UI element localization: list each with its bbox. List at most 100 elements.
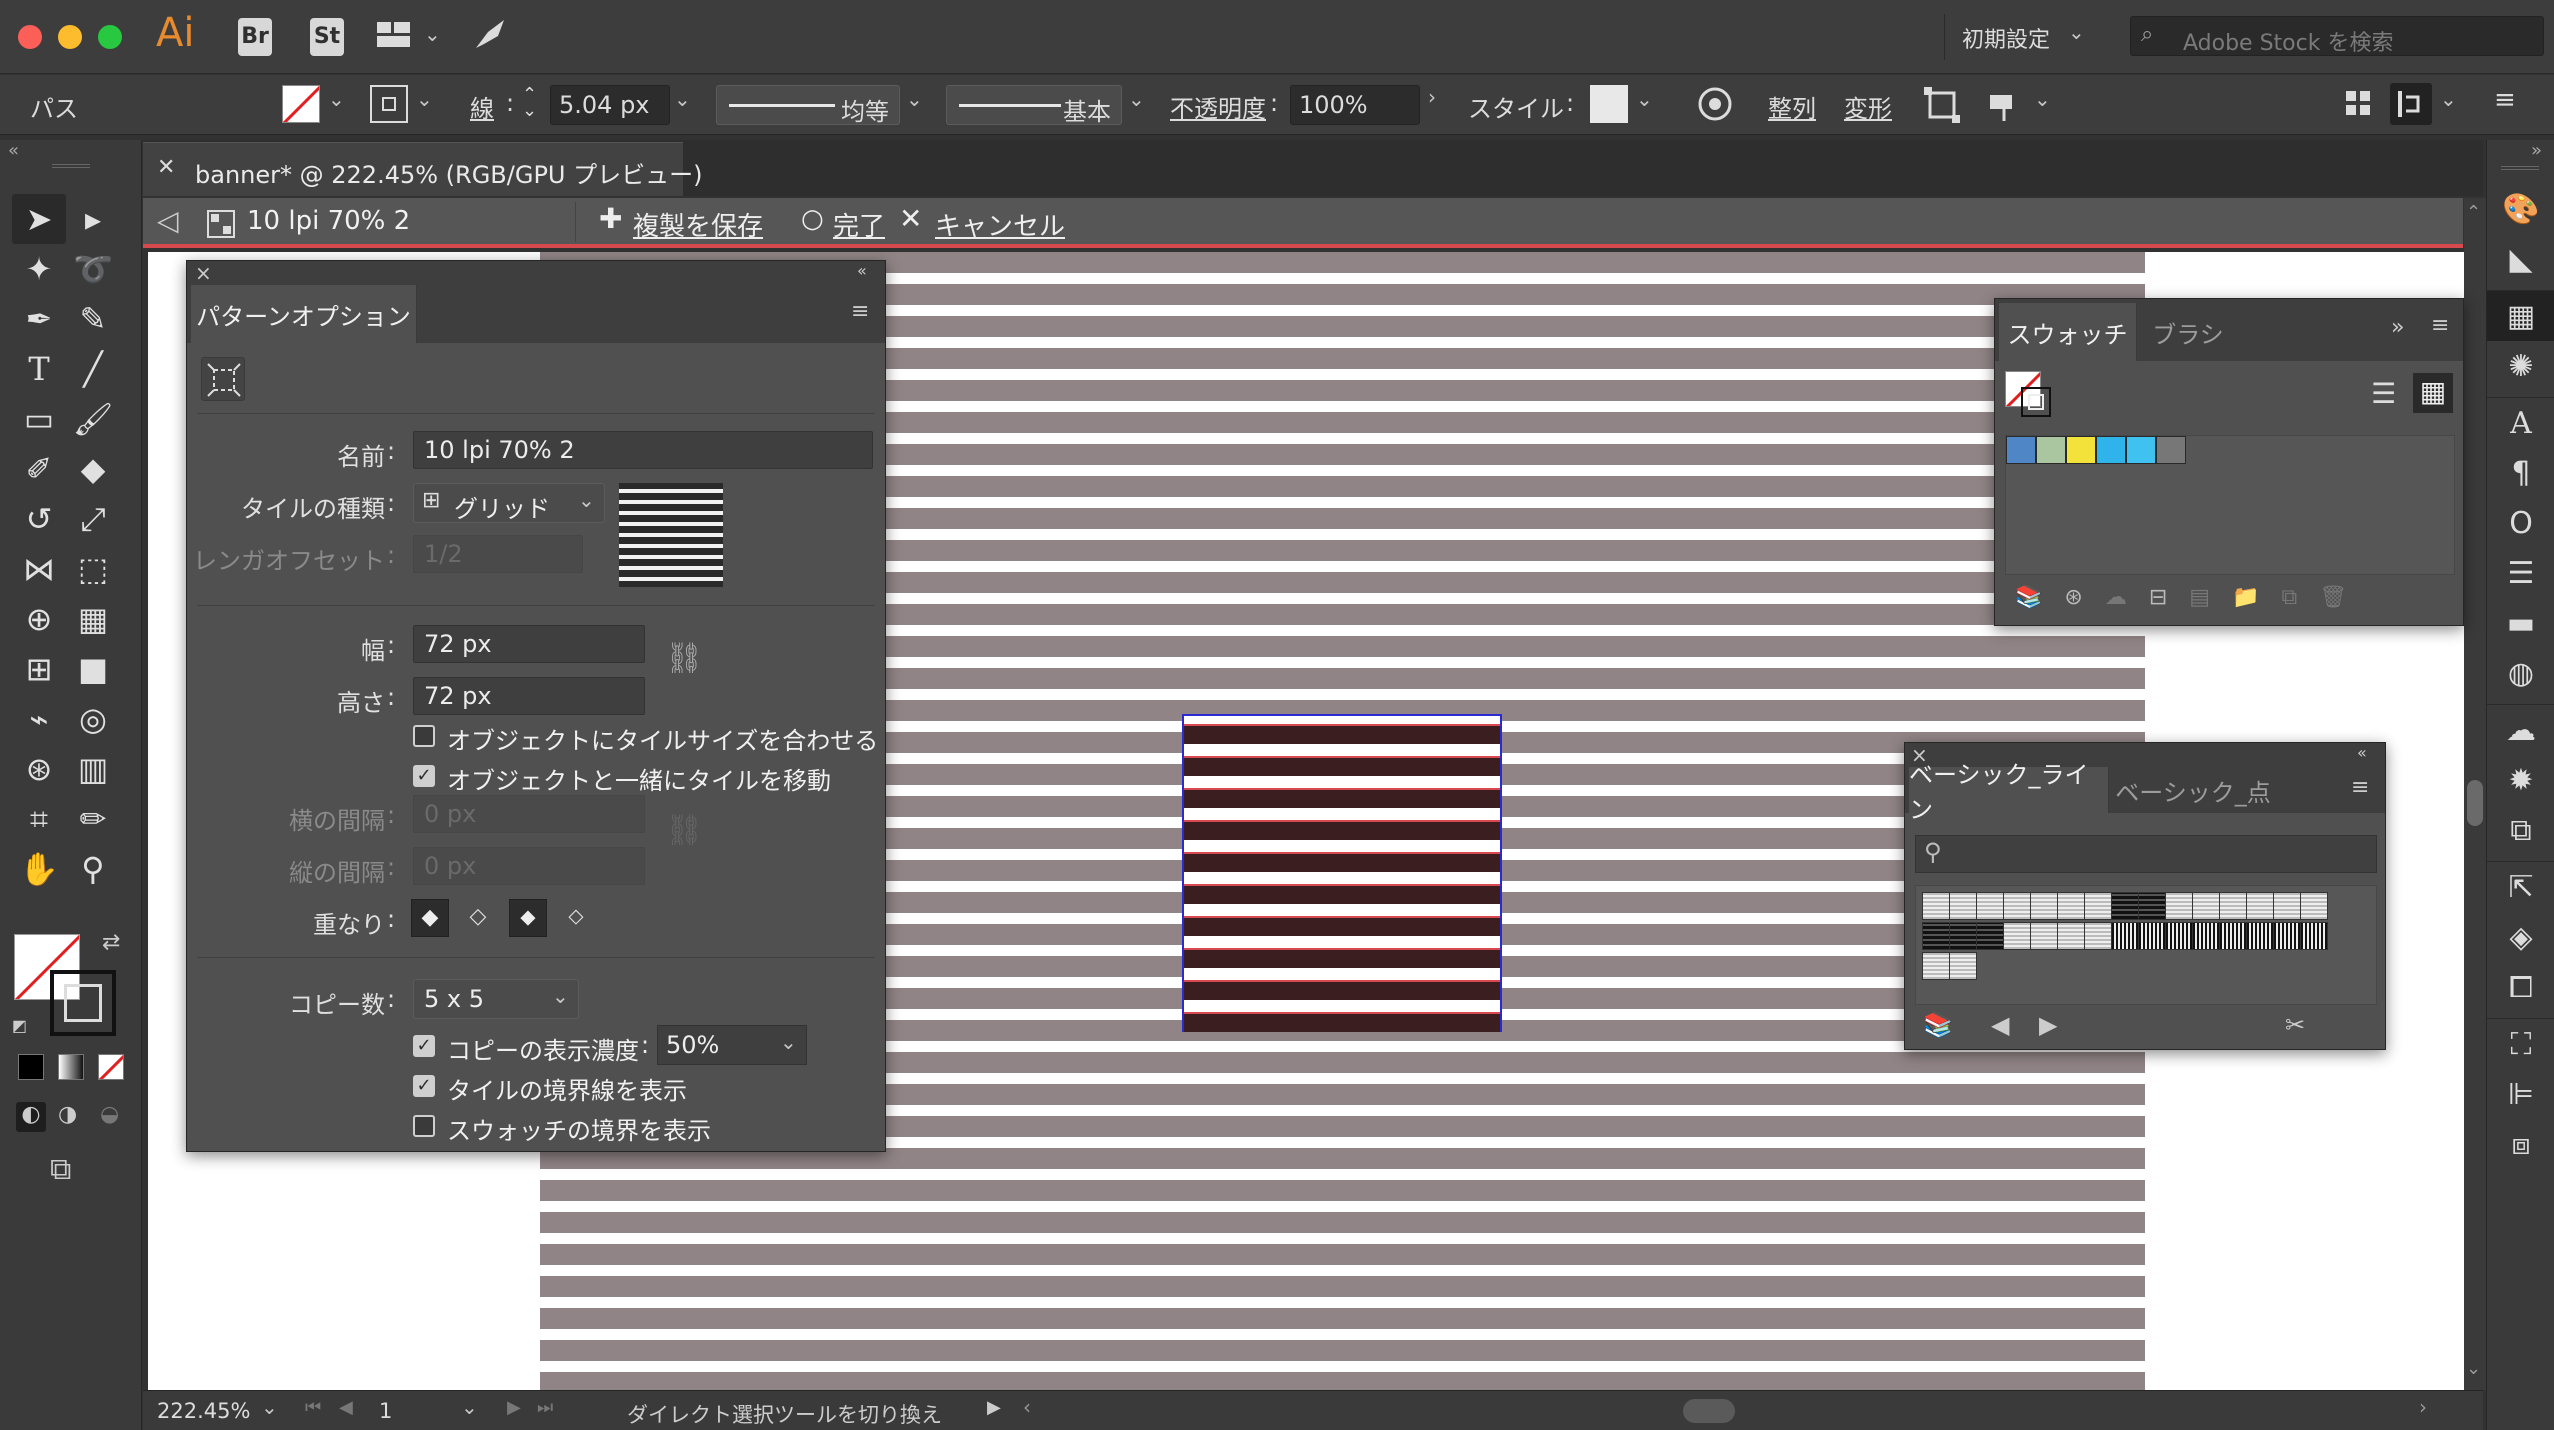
isolate-selected-icon[interactable] bbox=[1924, 87, 1960, 123]
none-mode-icon[interactable] bbox=[98, 1054, 124, 1080]
scroll-down-icon[interactable]: ⌄ bbox=[2466, 1358, 2481, 1379]
chevron-down-icon[interactable]: ⌄ bbox=[2068, 20, 2085, 44]
default-colors-icon[interactable]: ◩ bbox=[12, 1016, 27, 1035]
stroke-panel-icon[interactable]: ☰ bbox=[2487, 548, 2554, 598]
line-pattern-swatch[interactable] bbox=[2246, 922, 2274, 950]
line-pattern-swatch[interactable] bbox=[2111, 892, 2139, 920]
pattern-tile[interactable] bbox=[1182, 714, 1502, 1032]
dim-copies-dropdown[interactable]: 50% ⌄ bbox=[657, 1025, 807, 1065]
pattern-name-input[interactable]: 10 lpi 70% 2 bbox=[413, 431, 873, 469]
show-tile-edge-checkbox[interactable]: ✓ bbox=[413, 1075, 435, 1097]
line-pattern-swatch[interactable] bbox=[2030, 922, 2058, 950]
line-pattern-swatch[interactable] bbox=[1976, 892, 2004, 920]
graphic-styles-panel-icon[interactable]: ⧉ bbox=[2487, 805, 2554, 855]
unlink-proportions-icon[interactable]: ⛓ bbox=[665, 641, 703, 676]
swatch-libraries-icon[interactable]: 📚 bbox=[2015, 585, 2042, 625]
variable-width-profile-dropdown[interactable]: 均等 bbox=[716, 85, 900, 126]
swatch-chip[interactable] bbox=[2006, 436, 2036, 464]
chevron-down-icon[interactable]: ⌄ bbox=[416, 87, 433, 111]
puppet-warp-icon[interactable] bbox=[1986, 87, 2022, 123]
right-in-front-icon[interactable]: ◇ bbox=[459, 899, 497, 937]
new-color-group-icon[interactable]: 📁 bbox=[2232, 585, 2259, 625]
status-menu-icon[interactable]: ▶ bbox=[987, 1397, 1001, 1418]
chevron-down-icon[interactable]: ⌄ bbox=[261, 1395, 278, 1419]
scroll-left-icon[interactable]: ‹ bbox=[1023, 1395, 1031, 1419]
tab-pattern-options[interactable]: パターンオプション bbox=[191, 285, 417, 343]
eraser-tool-icon[interactable]: ◆ bbox=[66, 444, 120, 494]
eyedropper-tool-icon[interactable]: ⌁ bbox=[12, 694, 66, 744]
swatch-chip[interactable] bbox=[2156, 436, 2186, 464]
move-tile-with-art-checkbox[interactable]: ✓ bbox=[413, 765, 435, 787]
stock-search-input[interactable]: ⌕ Adobe Stock を検索 bbox=[2130, 16, 2544, 56]
tile-type-dropdown[interactable]: ⊞ グリッド ⌄ bbox=[413, 483, 605, 523]
layers-panel-icon[interactable]: ◈ bbox=[2487, 912, 2554, 962]
swatch-libraries-icon[interactable]: 📚 bbox=[1923, 1011, 1953, 1039]
line-pattern-swatch[interactable] bbox=[2246, 892, 2274, 920]
scroll-right-icon[interactable]: › bbox=[2419, 1395, 2427, 1419]
swatch-options-icon[interactable]: ⊟ bbox=[2149, 585, 2167, 625]
line-pattern-swatch[interactable] bbox=[2057, 892, 2085, 920]
tab-brushes[interactable]: ブラシ bbox=[2141, 303, 2235, 361]
document-tab[interactable]: ✕ banner* @ 222.45% (RGB/GPU プレビュー) bbox=[143, 142, 702, 196]
new-swatch-icon[interactable]: ⧉ bbox=[2281, 585, 2297, 625]
line-pattern-swatch[interactable] bbox=[2192, 892, 2220, 920]
line-pattern-swatch[interactable] bbox=[1922, 922, 1950, 950]
gradient-panel-icon[interactable]: ▬ bbox=[2487, 598, 2554, 648]
pen-tool-icon[interactable]: ✒ bbox=[12, 294, 66, 344]
line-pattern-swatch[interactable] bbox=[2003, 922, 2031, 950]
back-arrow-icon[interactable]: ◁ bbox=[157, 204, 179, 237]
swatch-stroke-box[interactable] bbox=[2021, 387, 2051, 417]
hand-tool-icon[interactable]: ✋ bbox=[12, 844, 66, 894]
line-pattern-swatch[interactable] bbox=[2192, 922, 2220, 950]
stroke-color-swatch[interactable] bbox=[370, 85, 408, 123]
brush-definition-dropdown[interactable]: 基本 bbox=[946, 85, 1122, 126]
line-pattern-swatch[interactable] bbox=[2300, 922, 2328, 950]
appearance-panel-icon[interactable]: ✹ bbox=[2487, 755, 2554, 805]
line-pattern-swatch[interactable] bbox=[2003, 892, 2031, 920]
previous-library-icon[interactable]: ◀ bbox=[1991, 1011, 2009, 1039]
chevron-down-icon[interactable]: ⌄ bbox=[328, 87, 345, 111]
chevron-down-icon[interactable]: ⌄ bbox=[1128, 87, 1145, 111]
chevron-down-icon[interactable]: ⌄ bbox=[674, 87, 691, 111]
horizontal-scroll-thumb[interactable] bbox=[1683, 1399, 1735, 1423]
panel-menu-icon[interactable]: ≡ bbox=[2494, 85, 2516, 115]
last-artboard-icon[interactable]: ⏭ bbox=[537, 1397, 553, 1418]
bridge-button[interactable]: Br bbox=[238, 18, 272, 56]
color-guide-icon[interactable]: ◣ bbox=[2487, 234, 2554, 284]
first-artboard-icon[interactable]: ⏮ bbox=[305, 1397, 321, 1418]
scale-tool-icon[interactable]: ⤢ bbox=[66, 494, 120, 544]
close-window-button[interactable] bbox=[18, 25, 42, 49]
align-link[interactable]: 整列 bbox=[1768, 89, 1816, 124]
pattern-search-input[interactable]: ⚲ bbox=[1915, 835, 2377, 873]
swatch-chip[interactable] bbox=[2066, 436, 2096, 464]
line-pattern-swatch[interactable] bbox=[1976, 922, 2004, 950]
top-in-front-icon[interactable]: ⬥ bbox=[509, 899, 547, 937]
transform-link[interactable]: 変形 bbox=[1844, 89, 1892, 124]
artboard-tool-icon[interactable]: ⌗ bbox=[12, 794, 66, 844]
workspace-switcher[interactable]: 初期設定 bbox=[1962, 22, 2050, 54]
transform-panel-icon[interactable]: ⛶ bbox=[2487, 1019, 2554, 1069]
character-panel-icon[interactable]: A bbox=[2487, 398, 2554, 448]
line-pattern-swatch[interactable] bbox=[1949, 922, 1977, 950]
size-tile-to-art-checkbox[interactable] bbox=[413, 725, 435, 747]
color-mode-icon[interactable] bbox=[18, 1054, 44, 1080]
width-input[interactable]: 72 px bbox=[413, 625, 645, 663]
save-copy-button[interactable]: 複製を保存 bbox=[633, 206, 763, 243]
scroll-up-icon[interactable]: ⌃ bbox=[2466, 202, 2481, 223]
paragraph-panel-icon[interactable]: ¶ bbox=[2487, 448, 2554, 498]
done-button[interactable]: 完了 bbox=[833, 206, 885, 243]
free-transform-tool-icon[interactable]: ⬚ bbox=[66, 544, 120, 594]
collapse-panel-icon[interactable]: « bbox=[857, 261, 867, 280]
swap-fill-stroke-icon[interactable]: ⇄ bbox=[102, 930, 120, 955]
line-pattern-swatch[interactable] bbox=[1949, 952, 1977, 980]
dim-copies-checkbox[interactable]: ✓ bbox=[413, 1035, 435, 1057]
line-pattern-swatch[interactable] bbox=[2084, 892, 2112, 920]
prev-artboard-icon[interactable]: ◀ bbox=[339, 1397, 353, 1418]
line-pattern-swatch[interactable] bbox=[2219, 922, 2247, 950]
color-group-icon[interactable]: ▤ bbox=[2189, 585, 2210, 625]
artboards-panel-icon[interactable]: ⧠ bbox=[2487, 962, 2554, 1012]
opentype-panel-icon[interactable]: O bbox=[2487, 498, 2554, 548]
pathfinder-panel-icon[interactable]: ⧈ bbox=[2487, 1119, 2554, 1169]
screen-mode-icon[interactable]: ⧉ bbox=[50, 1152, 71, 1187]
draw-inside-icon[interactable]: ◒ bbox=[100, 1102, 119, 1127]
